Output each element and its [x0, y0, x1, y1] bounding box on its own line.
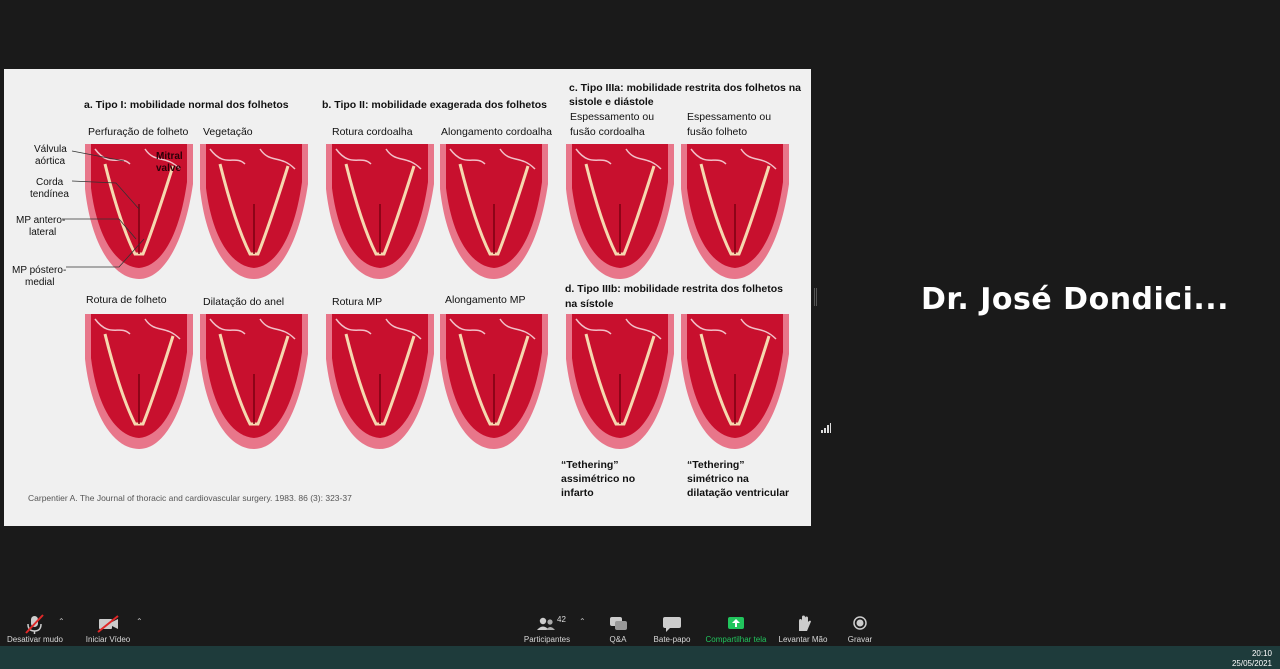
label-espessamento-folheto-2: fusão folheto — [687, 126, 748, 138]
heart-tethering-simetrico — [679, 312, 791, 451]
meeting-toolbar: Desativar mudo ⌃ Iniciar Vídeo ⌃ Partici… — [0, 608, 1280, 646]
heart-alongamento-cordoalha — [438, 142, 550, 281]
section-d-heading-line2: na sístole — [565, 298, 614, 310]
heart-rotura-cordoalha — [324, 142, 436, 281]
speaker-name: Dr. José Dondici... — [921, 282, 1230, 317]
os-taskbar: 20:10 25/05/2021 — [0, 646, 1280, 669]
participants-button[interactable]: Participantes — [521, 608, 573, 646]
clock-date: 25/05/2021 — [1231, 659, 1272, 668]
signal-strength-icon — [821, 423, 831, 433]
participants-count: 42 — [557, 615, 566, 624]
heart-dilatacao-anel — [198, 312, 310, 451]
slide-citation: Carpentier A. The Journal of thoracic an… — [28, 493, 352, 503]
mute-options-caret-icon[interactable]: ⌃ — [58, 617, 65, 626]
anatomy-corda-1: Corda — [36, 177, 64, 188]
anatomy-corda-2: tendínea — [30, 189, 69, 200]
qa-label: Q&A — [609, 635, 627, 644]
caption-tethering-simetrico-2: simétrico na — [687, 473, 749, 485]
mute-button[interactable]: Desativar mudo — [4, 608, 66, 646]
heart-rotura-mp — [324, 312, 436, 451]
start-video-label: Iniciar Vídeo — [85, 635, 131, 644]
share-screen-label: Compartilhar tela — [705, 635, 767, 644]
heart-vegetacao — [198, 142, 310, 281]
label-espessamento-cordoalha-1: Espessamento ou — [570, 111, 655, 123]
section-b-heading: b. Tipo II: mobilidade exagerada dos fol… — [322, 99, 548, 111]
qa-icon — [610, 617, 627, 630]
heart-alongamento-mp — [438, 312, 550, 451]
label-rotura-cordoalha: Rotura cordoalha — [332, 126, 413, 138]
microphone-muted-icon — [25, 614, 44, 634]
video-off-icon — [97, 615, 119, 633]
chat-icon — [663, 617, 681, 632]
heart-rotura-folheto — [83, 312, 195, 451]
anatomy-valvula-1: Válvula — [34, 144, 67, 155]
split-view-handle[interactable] — [814, 288, 817, 306]
heart-tethering-assimetrico — [564, 312, 676, 451]
record-label: Gravar — [847, 635, 873, 644]
anatomy-mp-postero-1: MP póstero- — [12, 265, 67, 276]
qa-button[interactable]: Q&A — [600, 608, 636, 646]
anatomy-mp-antero-1: MP antero- — [16, 215, 66, 226]
anatomy-mp-antero-2: lateral — [29, 227, 57, 238]
clock-time: 20:10 — [1251, 649, 1272, 658]
raise-hand-button[interactable]: Levantar Mão — [777, 608, 829, 646]
share-screen-button[interactable]: Compartilhar tela — [703, 608, 769, 646]
anatomy-valvula-2: aórtica — [35, 156, 66, 167]
chat-label: Bate-papo — [653, 635, 691, 644]
mute-label: Desativar mudo — [6, 635, 64, 644]
raise-hand-icon — [799, 615, 811, 631]
caption-tethering-simetrico-1: “Tethering” — [687, 459, 745, 471]
shared-slide: a. Tipo I: mobilidade normal dos folheto… — [4, 69, 811, 526]
meeting-window: a. Tipo I: mobilidade normal dos folheto… — [0, 0, 1280, 669]
caption-tethering-assimetrico-1: “Tethering” — [561, 459, 619, 471]
caption-tethering-simetrico-3: dilatação ventricular — [687, 487, 790, 499]
anatomy-mitral-2: valve — [156, 163, 182, 174]
chat-button[interactable]: Bate-papo — [650, 608, 694, 646]
caption-tethering-assimetrico-2: assimétrico no — [561, 473, 636, 485]
label-vegetacao: Vegetação — [203, 126, 253, 138]
label-alongamento-cordoalha: Alongamento cordoalha — [441, 126, 552, 138]
label-rotura-mp: Rotura MP — [332, 296, 383, 308]
record-icon — [853, 616, 867, 630]
heart-espessamento-cordoalha — [564, 142, 676, 281]
heart-espessamento-folheto — [679, 142, 791, 281]
anatomy-mitral-1: Mitral — [156, 151, 183, 162]
label-espessamento-folheto-1: Espessamento ou — [687, 111, 772, 123]
section-c-heading-line2: sistole e diástole — [569, 96, 654, 108]
section-a-heading: a. Tipo I: mobilidade normal dos folheto… — [84, 99, 289, 111]
caption-tethering-assimetrico-3: infarto — [561, 487, 594, 499]
anatomy-mp-postero-2: medial — [25, 277, 55, 288]
label-espessamento-cordoalha-2: fusão cordoalha — [570, 126, 645, 138]
start-video-button[interactable]: Iniciar Vídeo — [84, 608, 132, 646]
participants-options-caret-icon[interactable]: ⌃ — [579, 617, 586, 626]
video-options-caret-icon[interactable]: ⌃ — [136, 617, 143, 626]
label-rotura-folheto: Rotura de folheto — [86, 294, 167, 306]
label-dilatacao-anel: Dilatação do anel — [203, 296, 285, 308]
taskbar-clock[interactable]: 20:10 25/05/2021 — [1232, 649, 1272, 669]
label-alongamento-mp: Alongamento MP — [445, 294, 526, 306]
share-screen-icon — [728, 617, 744, 629]
label-perfuracao: Perfuração de folheto — [88, 126, 189, 138]
participants-label: Participantes — [523, 635, 571, 644]
section-c-heading: c. Tipo IIIa: mobilidade restrita dos fo… — [569, 82, 802, 94]
record-button[interactable]: Gravar — [843, 608, 877, 646]
section-d-heading: d. Tipo IIIb: mobilidade restrita dos fo… — [565, 283, 783, 295]
raise-hand-label: Levantar Mão — [778, 635, 828, 644]
